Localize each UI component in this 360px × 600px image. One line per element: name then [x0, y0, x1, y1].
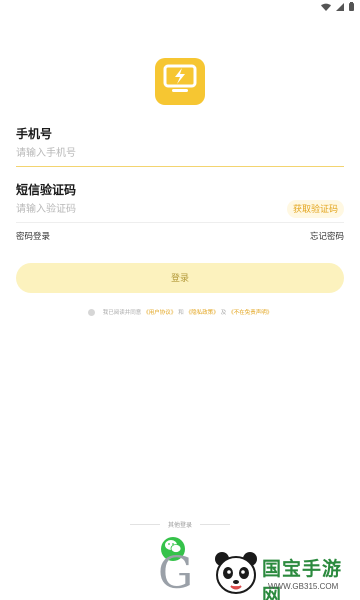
forgot-password-link[interactable]: 忘记密码 — [310, 230, 344, 242]
status-icons — [321, 2, 354, 11]
agreement-checkbox[interactable] — [87, 308, 95, 316]
login-options-row: 密码登录 忘记密码 — [16, 230, 344, 242]
user-agreement-link[interactable]: 《用户协议》 — [143, 308, 176, 316]
sms-underline — [16, 222, 344, 223]
app-logo — [155, 58, 205, 105]
panda-logo-icon — [214, 550, 258, 596]
other-login-label: 其他登录 — [167, 523, 192, 529]
sms-code-input[interactable] — [16, 196, 256, 222]
cellular-signal-icon — [336, 2, 344, 11]
wifi-icon — [321, 3, 331, 11]
phone-input[interactable] — [16, 140, 344, 166]
watermark-letter: G — [158, 548, 194, 599]
other-login-divider: 其他登录 — [0, 520, 360, 529]
agreement-and: 和 — [178, 310, 184, 316]
agreement-and-2: 及 — [220, 310, 227, 316]
login-button[interactable]: 登录 — [16, 263, 344, 293]
monitor-lightning-icon — [163, 64, 197, 99]
get-code-button[interactable]: 获取验证码 — [286, 200, 344, 218]
watermark-url: WWW.GB315.COM — [268, 582, 339, 591]
watermark: G 国宝手游网 WWW.GB315.COM — [158, 548, 360, 600]
disclaimer-link[interactable]: 《不在免责声明》 — [228, 308, 272, 316]
privacy-policy-link[interactable]: 《隐私政策》 — [186, 308, 219, 316]
status-bar — [0, 0, 360, 14]
agreement-prefix: 我已阅读并同意 — [102, 310, 142, 316]
password-login-link[interactable]: 密码登录 — [16, 230, 50, 242]
phone-underline — [16, 166, 344, 167]
divider-line-left — [129, 524, 160, 525]
battery-icon — [349, 2, 354, 11]
divider-line-right — [200, 524, 230, 525]
agreement-row: 我已阅读并同意 《用户协议》 和 《隐私政策》 及 《不在免责声明》 — [0, 308, 360, 316]
watermark-title: 国宝手游网 — [262, 558, 343, 600]
